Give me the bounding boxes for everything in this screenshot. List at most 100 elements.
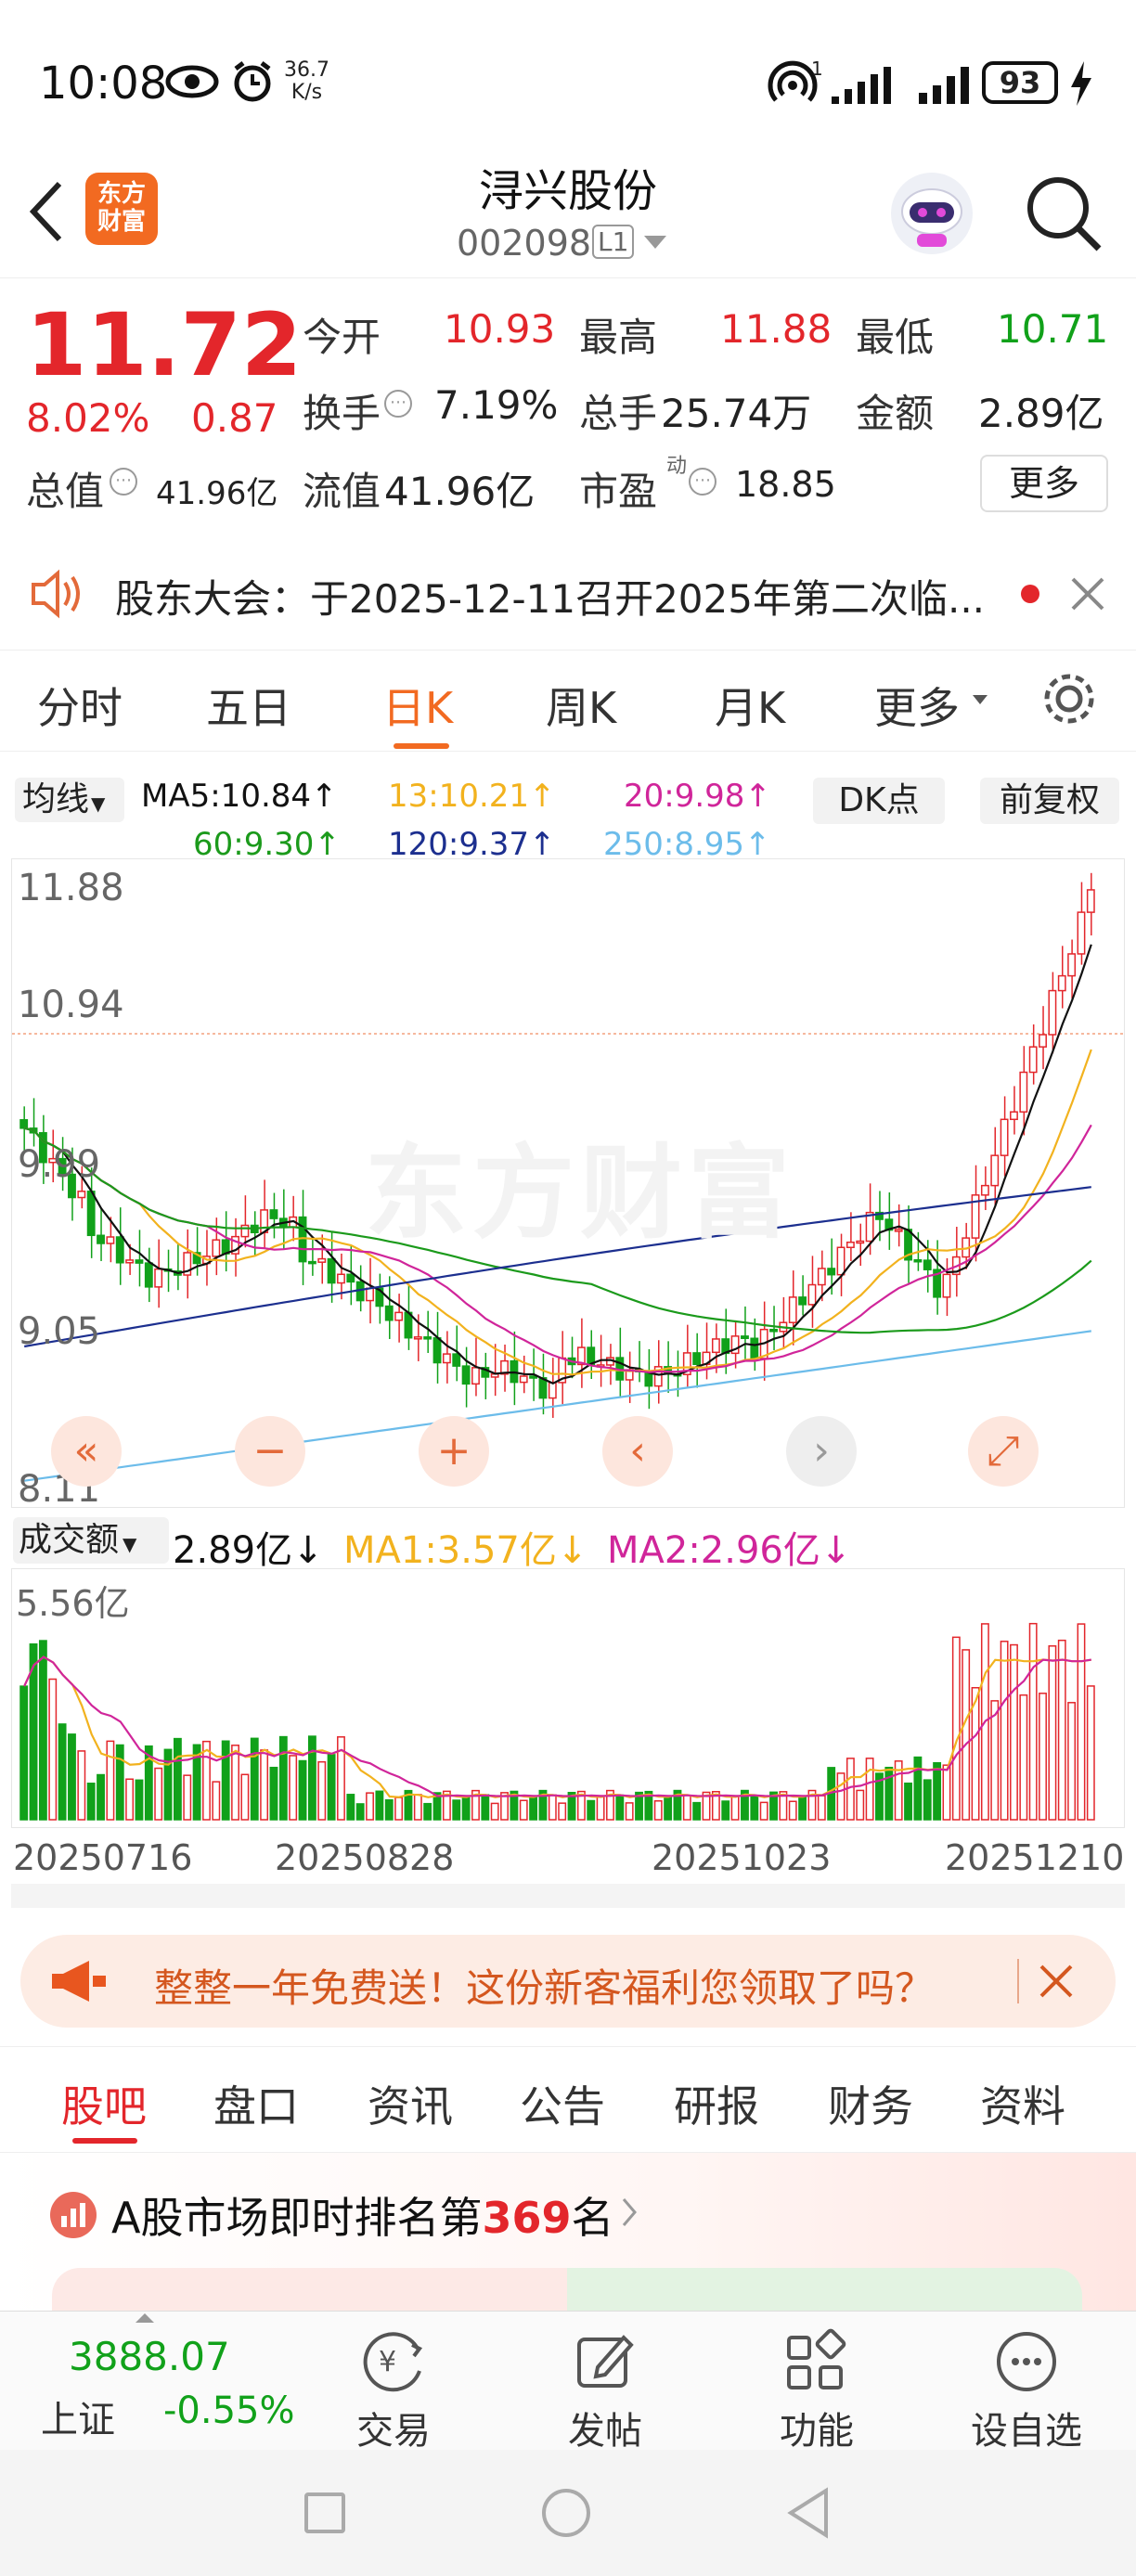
volume-bar bbox=[1010, 1643, 1018, 1821]
add-watchlist-button[interactable]: 设自选 bbox=[952, 2312, 1101, 2454]
current-price: 11.72 bbox=[26, 295, 303, 396]
volume-bar bbox=[759, 1801, 768, 1821]
tab-research[interactable]: 研报 bbox=[674, 2073, 759, 2134]
volume-bar bbox=[1077, 1623, 1086, 1821]
search-icon[interactable] bbox=[1021, 171, 1104, 254]
home-icon[interactable] bbox=[542, 2489, 590, 2537]
candle-body bbox=[923, 1259, 932, 1270]
tab-announcements[interactable]: 公告 bbox=[520, 2073, 605, 2134]
tab-intraday[interactable]: 分时 bbox=[37, 675, 123, 736]
index-change[interactable]: -0.55% bbox=[163, 2389, 295, 2432]
signal-icon-2 bbox=[919, 67, 969, 104]
rank-card[interactable]: A股市场即时排名第369名 bbox=[0, 2153, 1136, 2311]
amount-value: 2.89亿 bbox=[978, 391, 1104, 436]
chevron-down-icon[interactable] bbox=[642, 234, 668, 252]
scroll-right-icon[interactable]: › bbox=[786, 1416, 857, 1487]
robot-avatar-icon[interactable] bbox=[885, 165, 978, 258]
function-button[interactable]: 功能 bbox=[742, 2312, 891, 2454]
volume-bar bbox=[692, 1801, 702, 1821]
volume-bar bbox=[355, 1803, 365, 1821]
candle-body bbox=[442, 1353, 451, 1364]
divider bbox=[1017, 1959, 1019, 2003]
tab-forum[interactable]: 股吧 bbox=[61, 2073, 147, 2134]
y-label-2: 10.94 bbox=[18, 984, 124, 1026]
candle-body bbox=[1019, 1071, 1028, 1113]
mcap-label: 总值 bbox=[26, 469, 105, 514]
volume-bar bbox=[423, 1802, 432, 1821]
float-label: 流值 bbox=[303, 469, 381, 514]
info-icon[interactable]: ⋯ bbox=[384, 390, 412, 418]
volume-bar bbox=[346, 1794, 355, 1821]
info-icon[interactable]: ⋯ bbox=[110, 468, 137, 496]
volume-bar bbox=[962, 1649, 971, 1821]
tab-more[interactable]: 更多 bbox=[874, 675, 960, 736]
scroll-left-icon[interactable]: ‹ bbox=[602, 1416, 673, 1487]
battery-icon: 93 bbox=[982, 61, 1058, 104]
volume-bar bbox=[106, 1740, 115, 1821]
tab-news[interactable]: 资讯 bbox=[368, 2073, 453, 2134]
tab-five-day[interactable]: 五日 bbox=[206, 675, 291, 736]
index-name[interactable]: 上证 bbox=[41, 2389, 115, 2443]
volume-bar bbox=[19, 1685, 29, 1821]
candle-body bbox=[711, 1338, 720, 1354]
tab-daily-k[interactable]: 日K bbox=[382, 675, 453, 736]
back-nav-icon[interactable] bbox=[785, 2487, 832, 2539]
volume-chart[interactable]: 5.56亿 bbox=[11, 1568, 1125, 1828]
tab-monthly-k[interactable]: 月K bbox=[715, 675, 785, 736]
candle-body bbox=[769, 1328, 778, 1333]
low-value: 10.71 bbox=[997, 306, 1109, 352]
post-button[interactable]: 发帖 bbox=[531, 2312, 679, 2454]
zoom-in-icon[interactable]: + bbox=[419, 1416, 489, 1487]
tab-order-book[interactable]: 盘口 bbox=[213, 2073, 299, 2134]
tab-profile[interactable]: 资料 bbox=[980, 2073, 1065, 2134]
volume-label: 总手 bbox=[579, 391, 658, 436]
volume-bar bbox=[260, 1749, 269, 1821]
candle-body bbox=[856, 1240, 865, 1244]
volume-indicator-select[interactable]: 成交额 ▼ bbox=[13, 1517, 169, 1564]
float-value: 41.96亿 bbox=[384, 469, 536, 514]
volume-bar bbox=[183, 1774, 192, 1821]
zoom-out-far-icon[interactable]: « bbox=[51, 1416, 122, 1487]
adjust-button[interactable]: 前复权 bbox=[980, 778, 1119, 824]
candle-body bbox=[692, 1352, 702, 1365]
more-button[interactable]: 更多 bbox=[980, 455, 1108, 512]
ma120-label: 120:9.37↑ bbox=[388, 826, 556, 863]
date-label-4: 20251210 bbox=[945, 1837, 1125, 1878]
volume-bar bbox=[865, 1758, 874, 1821]
tab-indicator bbox=[394, 743, 449, 749]
dk-point-button[interactable]: DK点 bbox=[813, 778, 945, 824]
chevron-right-icon bbox=[622, 2198, 637, 2226]
gear-icon[interactable] bbox=[1038, 667, 1101, 730]
tab-finance[interactable]: 财务 bbox=[828, 2073, 913, 2134]
volume-bar bbox=[596, 1796, 605, 1821]
ma13-label: 13:10.21↑ bbox=[388, 778, 556, 815]
volume-ma2: MA2:2.96亿↓ bbox=[607, 1529, 852, 1572]
trade-button[interactable]: ¥ 交易 bbox=[319, 2312, 468, 2454]
volume-bar bbox=[250, 1737, 259, 1821]
info-icon[interactable]: ⋯ bbox=[689, 468, 716, 496]
recents-icon[interactable] bbox=[304, 2492, 345, 2533]
indicator-select[interactable]: 均线 ▼ bbox=[15, 778, 124, 822]
candle-body bbox=[307, 1260, 316, 1265]
fullscreen-icon[interactable]: ⤢ bbox=[968, 1416, 1039, 1487]
volume-bar bbox=[529, 1796, 538, 1821]
promo-banner[interactable]: 整整一年免费送！这份新客福利您领取了吗？ bbox=[20, 1935, 1116, 2028]
close-icon[interactable] bbox=[1038, 1963, 1075, 2000]
volume-bar bbox=[721, 1800, 730, 1821]
volume-bar bbox=[653, 1800, 663, 1821]
announcement-bar[interactable]: 股东大会：于2025-12-11召开2025年第二次临... bbox=[0, 547, 1136, 640]
zoom-out-icon[interactable]: − bbox=[235, 1416, 305, 1487]
volume-ma1: MA1:3.57亿↓ bbox=[343, 1529, 588, 1572]
eye-icon bbox=[165, 65, 219, 98]
volume-bar bbox=[1057, 1639, 1066, 1821]
candle-body bbox=[990, 1154, 1000, 1187]
kline-chart[interactable]: 东方财富 11.88 10.94 9.99 9.05 8.11 « − + ‹ … bbox=[11, 858, 1125, 1511]
volume-bar bbox=[58, 1723, 67, 1821]
close-icon[interactable] bbox=[1069, 575, 1106, 612]
tab-weekly-k[interactable]: 周K bbox=[546, 675, 616, 736]
ma250-label: 250:8.95↑ bbox=[603, 826, 771, 863]
index-value[interactable]: 3888.07 bbox=[69, 2334, 230, 2379]
change-percent: 8.02% bbox=[26, 395, 150, 441]
candle-body bbox=[77, 1191, 86, 1199]
y-label-3: 9.99 bbox=[18, 1143, 101, 1186]
